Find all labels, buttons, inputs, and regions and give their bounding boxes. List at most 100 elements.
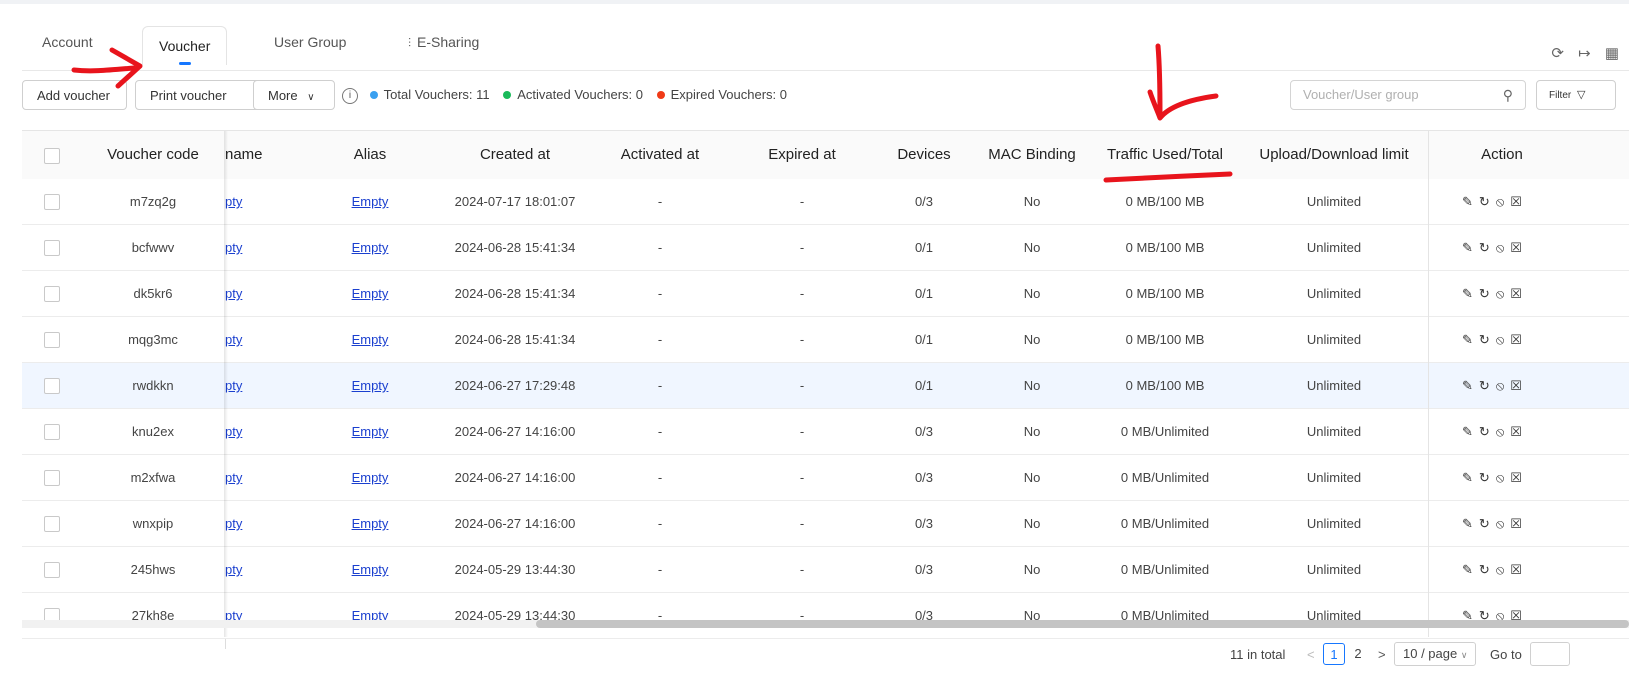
cell-name[interactable]: pty xyxy=(225,363,265,408)
goto-input[interactable] xyxy=(1530,642,1570,666)
edit-icon[interactable]: ✎ xyxy=(1462,271,1473,316)
horizontal-scrollbar-thumb[interactable] xyxy=(536,620,1629,628)
next-page-icon[interactable]: > xyxy=(1378,642,1386,668)
disable-icon[interactable]: ⦸ xyxy=(1496,547,1504,592)
col-traffic[interactable]: Traffic Used/Total xyxy=(1094,131,1236,179)
delete-icon[interactable]: ☒ xyxy=(1510,455,1522,500)
edit-icon[interactable]: ✎ xyxy=(1462,593,1473,638)
tab-account[interactable]: Account xyxy=(26,22,109,62)
row-checkbox[interactable] xyxy=(44,378,60,394)
row-checkbox[interactable] xyxy=(44,470,60,486)
row-checkbox[interactable] xyxy=(44,516,60,532)
row-checkbox[interactable] xyxy=(44,332,60,348)
refresh-icon[interactable]: ↻ xyxy=(1479,179,1490,224)
table-row[interactable]: knu2ex pty Empty 2024-06-27 14:16:00 - - 0/3 No… xyxy=(22,409,1629,455)
cell-alias[interactable]: Empty xyxy=(322,501,418,546)
tab-voucher[interactable]: Voucher xyxy=(142,26,228,65)
cell-alias[interactable]: Empty xyxy=(322,271,418,316)
table-row[interactable]: dk5kr6 pty Empty 2024-06-28 15:41:34 - - 0/1 No… xyxy=(22,271,1629,317)
col-activated-at[interactable]: Activated at xyxy=(594,131,726,179)
col-created-at[interactable]: Created at xyxy=(442,131,588,179)
page-2[interactable]: 2 xyxy=(1347,643,1369,665)
cell-name[interactable]: pty xyxy=(225,593,265,638)
disable-icon[interactable]: ⦸ xyxy=(1496,363,1504,408)
cell-alias-link[interactable]: Empty xyxy=(352,562,389,577)
edit-icon[interactable]: ✎ xyxy=(1462,317,1473,362)
disable-icon[interactable]: ⦸ xyxy=(1496,225,1504,270)
table-row[interactable]: 245hws pty Empty 2024-05-29 13:44:30 - - 0/3 No… xyxy=(22,547,1629,593)
refresh-icon[interactable]: ↻ xyxy=(1479,547,1490,592)
cell-alias-link[interactable]: Empty xyxy=(352,470,389,485)
cell-alias[interactable]: Empty xyxy=(322,225,418,270)
cell-name[interactable]: pty xyxy=(225,501,265,546)
tab-user-group[interactable]: User Group xyxy=(258,22,362,62)
refresh-icon[interactable]: ↻ xyxy=(1479,225,1490,270)
delete-icon[interactable]: ☒ xyxy=(1510,317,1522,362)
cell-alias[interactable]: Empty xyxy=(322,547,418,592)
refresh-icon[interactable]: ↻ xyxy=(1479,409,1490,454)
disable-icon[interactable]: ⦸ xyxy=(1496,455,1504,500)
select-all-checkbox[interactable] xyxy=(44,148,60,164)
edit-icon[interactable]: ✎ xyxy=(1462,501,1473,546)
print-voucher-button[interactable]: Print voucher xyxy=(135,80,266,110)
filter-button[interactable]: Filter ▽ xyxy=(1536,80,1616,110)
disable-icon[interactable]: ⦸ xyxy=(1496,501,1504,546)
edit-icon[interactable]: ✎ xyxy=(1462,455,1473,500)
col-expired-at[interactable]: Expired at xyxy=(736,131,868,179)
row-checkbox[interactable] xyxy=(44,562,60,578)
refresh-icon[interactable]: ↻ xyxy=(1479,271,1490,316)
disable-icon[interactable]: ⦸ xyxy=(1496,317,1504,362)
delete-icon[interactable]: ☒ xyxy=(1510,501,1522,546)
cell-alias[interactable]: Empty xyxy=(322,593,418,638)
delete-icon[interactable]: ☒ xyxy=(1510,271,1522,316)
refresh-icon[interactable]: ↻ xyxy=(1479,317,1490,362)
cell-alias[interactable]: Empty xyxy=(322,455,418,500)
table-row[interactable]: m2xfwa pty Empty 2024-06-27 14:16:00 - - 0/3 No… xyxy=(22,455,1629,501)
refresh-icon[interactable]: ⟳ xyxy=(1551,45,1564,62)
cell-alias-link[interactable]: Empty xyxy=(352,424,389,439)
cell-name[interactable]: pty xyxy=(225,455,265,500)
disable-icon[interactable]: ⦸ xyxy=(1496,271,1504,316)
cell-alias[interactable]: Empty xyxy=(322,409,418,454)
row-checkbox[interactable] xyxy=(44,424,60,440)
cell-alias-link[interactable]: Empty xyxy=(352,332,389,347)
delete-icon[interactable]: ☒ xyxy=(1510,225,1522,270)
refresh-icon[interactable]: ↻ xyxy=(1479,455,1490,500)
delete-icon[interactable]: ☒ xyxy=(1510,363,1522,408)
edit-icon[interactable]: ✎ xyxy=(1462,547,1473,592)
delete-icon[interactable]: ☒ xyxy=(1510,409,1522,454)
col-mac-binding[interactable]: MAC Binding xyxy=(972,131,1092,179)
cell-name[interactable]: pty xyxy=(225,409,265,454)
disable-icon[interactable]: ⦸ xyxy=(1496,593,1504,638)
col-alias[interactable]: Alias xyxy=(322,131,418,179)
cell-alias[interactable]: Empty xyxy=(322,363,418,408)
edit-icon[interactable]: ✎ xyxy=(1462,179,1473,224)
refresh-icon[interactable]: ↻ xyxy=(1479,593,1490,638)
prev-page-icon[interactable]: < xyxy=(1307,642,1315,668)
refresh-icon[interactable]: ↻ xyxy=(1479,501,1490,546)
disable-icon[interactable]: ⦸ xyxy=(1496,179,1504,224)
info-icon[interactable]: i xyxy=(342,87,358,104)
table-row[interactable]: bcfwwv pty Empty 2024-06-28 15:41:34 - - 0/1 No… xyxy=(22,225,1629,271)
refresh-icon[interactable]: ↻ xyxy=(1479,363,1490,408)
row-checkbox[interactable] xyxy=(44,240,60,256)
col-voucher-code[interactable]: Voucher code xyxy=(92,131,214,179)
table-row[interactable]: 27kh8e pty Empty 2024-05-29 13:44:30 - - 0/3 No… xyxy=(22,593,1629,639)
table-row[interactable]: wnxpip pty Empty 2024-06-27 14:16:00 - - 0/3 No… xyxy=(22,501,1629,547)
tab-e-sharing[interactable]: ⫶ E-Sharing xyxy=(392,22,495,62)
cell-name[interactable]: pty xyxy=(225,547,265,592)
row-checkbox[interactable] xyxy=(44,286,60,302)
table-row[interactable]: mqg3mc pty Empty 2024-06-28 15:41:34 - - 0/1 No… xyxy=(22,317,1629,363)
export-icon[interactable]: ↦ xyxy=(1578,45,1591,62)
cell-alias-link[interactable]: Empty xyxy=(352,194,389,209)
col-name[interactable]: name xyxy=(225,131,265,179)
disable-icon[interactable]: ⦸ xyxy=(1496,409,1504,454)
cell-alias-link[interactable]: Empty xyxy=(352,240,389,255)
cell-alias[interactable]: Empty xyxy=(322,179,418,224)
search-icon[interactable]: ⚲ xyxy=(1503,81,1513,109)
cell-name[interactable]: pty xyxy=(225,317,265,362)
layout-icon[interactable]: ▦ xyxy=(1605,45,1619,62)
page-1[interactable]: 1 xyxy=(1323,643,1345,665)
edit-icon[interactable]: ✎ xyxy=(1462,225,1473,270)
table-row[interactable]: m7zq2g pty Empty 2024-07-17 18:01:07 - - 0/3 No… xyxy=(22,179,1629,225)
